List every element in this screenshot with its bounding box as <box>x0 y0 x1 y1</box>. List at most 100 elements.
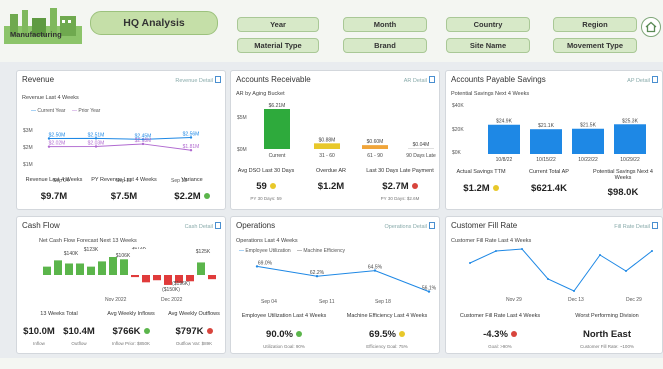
kpi-value: $10.4M <box>63 326 95 337</box>
kpi-value: $766K <box>99 326 163 337</box>
bar <box>264 109 290 149</box>
revenue-detail-link[interactable]: Revenue Detail <box>175 76 221 84</box>
kpi-caption: PY 30 Days: 59 <box>250 196 282 201</box>
status-red-icon <box>510 331 517 337</box>
status-yellow-icon <box>269 183 276 189</box>
cash-detail-link[interactable]: Cash Detail <box>185 222 221 230</box>
data-label: 62.2% <box>310 270 325 276</box>
bar <box>98 261 106 275</box>
bar <box>197 262 205 275</box>
data-label: $140K <box>64 251 79 257</box>
data-label: $2.03M <box>88 140 105 146</box>
y-tick: $3M <box>23 128 33 134</box>
kpi-value: $797K <box>163 326 225 337</box>
ap-bar-chart: $40K $20K $0K $24.9K 10/8/22 $21.1K 10/15/2… <box>452 103 646 163</box>
kpi-label: Revenue Last 4 Weeks <box>25 177 83 183</box>
status-yellow-icon <box>398 331 405 337</box>
kpi-label: Actual Savings TTM <box>456 169 506 175</box>
series-line <box>256 265 430 293</box>
data-point <box>495 250 497 252</box>
filter-country[interactable]: Country <box>446 17 530 32</box>
kpi-value: North East <box>582 329 632 340</box>
cashflow-bar-chart: Nov 2022 Dec 2022 $140K $123K $106K$172K ($… <box>43 247 216 303</box>
y-tick: $40K <box>452 103 464 109</box>
data-label: $172K <box>132 247 147 251</box>
bar <box>530 129 562 154</box>
x-tick: 31 - 60 <box>319 153 335 159</box>
filter-site-name[interactable]: Site Name <box>446 38 530 53</box>
kpi-label: PY Revenue Last 4 Weeks <box>91 177 157 183</box>
data-label: $2.50M <box>49 133 66 139</box>
data-label: 56.1% <box>422 286 437 292</box>
home-icon <box>645 21 657 33</box>
status-green-icon <box>143 328 150 334</box>
fillrate-detail-link[interactable]: Fill Rate Detail <box>614 222 658 230</box>
x-tick: Current <box>269 153 286 159</box>
kpi-caption: Efficiency Goal: 75% <box>366 344 408 349</box>
filter-region[interactable]: Region <box>553 17 637 32</box>
bar <box>314 143 340 149</box>
ar-detail-link[interactable]: AR Detail <box>404 76 435 84</box>
bar <box>54 260 62 275</box>
y-tick: $1M <box>23 162 33 168</box>
data-label: $125K <box>196 249 211 255</box>
kpi-value: 69.5% <box>335 329 439 340</box>
chart-subtitle: Potential Savings Next 4 Weeks <box>451 91 530 97</box>
bar <box>208 275 216 280</box>
filter-brand[interactable]: Brand <box>343 38 427 53</box>
data-label: $0.60M <box>367 139 384 145</box>
bar <box>87 266 95 275</box>
bar <box>153 275 161 281</box>
filter-year[interactable]: Year <box>237 17 319 32</box>
data-label: $6.21M <box>269 103 286 109</box>
kpi-value: $2.2M <box>159 191 225 202</box>
x-tick: Dec 2022 <box>161 297 183 303</box>
ap-detail-link[interactable]: AP Detail <box>627 76 658 84</box>
data-point <box>625 270 627 272</box>
kpi-value: $1.2M <box>317 181 345 192</box>
data-point <box>469 262 471 264</box>
y-tick: $2M <box>23 145 33 151</box>
home-button[interactable] <box>641 17 661 37</box>
status-yellow-icon <box>492 185 499 191</box>
y-tick: $20K <box>452 127 464 133</box>
bar <box>408 148 434 149</box>
data-label: $0.88M <box>319 137 336 143</box>
y-tick: $0M <box>237 147 247 153</box>
operations-line-chart: Sep 04 Sep 11 Sep 18 69.0% 62.2% 64.5% 56.1… <box>255 260 437 305</box>
card-title: Revenue <box>22 75 55 84</box>
kpi-label: Overdue AR <box>316 168 346 174</box>
data-point <box>599 254 601 256</box>
kpi-value: $10.0M <box>23 326 55 337</box>
chart-subtitle: AR by Aging Bucket <box>236 91 285 97</box>
kpi-caption: Customer Fill Rate: ~100% <box>580 344 634 349</box>
filter-month[interactable]: Month <box>343 17 427 32</box>
kpi-label: Worst Performing Division <box>575 313 639 319</box>
filter-movement-type[interactable]: Movement Type <box>553 38 637 53</box>
legend-current: — Current Year <box>31 108 66 114</box>
x-tick: Sep 04 <box>261 299 277 305</box>
filter-material-type[interactable]: Material Type <box>237 38 319 53</box>
ar-bar-chart: $5M $0M $6.21M Current $0.88M 31 - 60 $0.60M… <box>237 103 436 159</box>
x-tick: Dec 29 <box>626 297 642 303</box>
card-title: Cash Flow <box>22 221 60 230</box>
kpi-caption: Inflow <box>33 341 45 346</box>
x-tick: Nov 29 <box>506 297 522 303</box>
bar <box>488 124 520 154</box>
data-point <box>651 250 653 252</box>
data-label: $21.1K <box>538 123 555 129</box>
data-label: $123K <box>84 247 99 253</box>
x-tick: Dec 13 <box>568 297 584 303</box>
kpi-value: $621.4K <box>531 183 567 194</box>
data-point <box>547 278 549 280</box>
kpi-value: $7.5M <box>110 191 138 202</box>
operations-detail-link[interactable]: Operations Detail <box>385 222 436 230</box>
kpi-value: $2.7M <box>361 181 439 192</box>
chart-subtitle: Customer Fill Rate Last 4 Weeks <box>451 238 532 244</box>
kpi-label: Employee Utilization Last 4 Weeks <box>241 313 327 319</box>
data-label: $106K <box>116 253 131 259</box>
kpi-caption: PY 30 Days: $2.6M <box>380 196 420 201</box>
kpi-value: 59 <box>233 181 299 192</box>
card-title: Operations <box>236 221 276 230</box>
page-title[interactable]: HQ Analysis <box>90 11 218 35</box>
